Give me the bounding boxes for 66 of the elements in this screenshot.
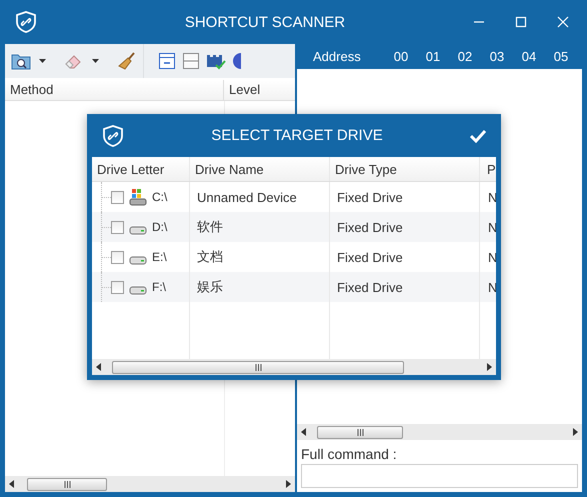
column-header[interactable]: Method <box>5 80 224 100</box>
column-header[interactable]: Address <box>313 48 385 64</box>
scroll-right-icon[interactable] <box>486 363 492 371</box>
column-header[interactable]: P <box>480 157 496 181</box>
table-cell-text: N <box>487 278 496 296</box>
table-cell: 软件 <box>190 212 330 242</box>
scroll-right-icon[interactable] <box>572 428 578 436</box>
grip-icon <box>356 428 364 436</box>
column-header[interactable]: Drive Type <box>330 157 480 181</box>
drive-icon <box>129 256 147 265</box>
drive-icon <box>129 286 147 295</box>
horizontal-scrollbar[interactable] <box>297 424 582 440</box>
table-cell: Fixed Drive <box>330 272 480 302</box>
horizontal-scrollbar[interactable] <box>92 359 496 375</box>
window-title: SHORTCUT SCANNER <box>184 14 346 30</box>
column-header[interactable]: Drive Letter <box>92 157 190 181</box>
grip-icon <box>64 480 70 488</box>
shield-logo-icon <box>15 11 37 33</box>
scroll-left-icon[interactable] <box>301 428 307 436</box>
castle-check-icon[interactable] <box>206 52 226 70</box>
scrollbar-thumb[interactable] <box>112 360 404 374</box>
checkbox[interactable] <box>111 280 124 294</box>
caret-icon[interactable] <box>39 59 46 63</box>
shield-logo-icon <box>102 124 124 146</box>
column-header[interactable]: Level <box>224 80 266 100</box>
table-cell-text: N <box>487 218 496 236</box>
split-box-icon[interactable] <box>182 52 200 70</box>
scroll-left-icon[interactable] <box>9 480 15 488</box>
checkmark-icon[interactable] <box>470 128 486 142</box>
column-header[interactable]: 05 <box>545 48 577 64</box>
windows-drive-icon <box>129 188 147 206</box>
scrollbar-thumb[interactable] <box>27 478 107 490</box>
command-field[interactable] <box>301 464 578 488</box>
table-row[interactable]: F:\ 娱乐 Fixed Drive N <box>92 272 496 302</box>
column-header[interactable]: 01 <box>417 48 449 64</box>
table-cell: 娱乐 <box>190 272 330 302</box>
checkbox[interactable] <box>111 250 124 264</box>
drive-letter: E:\ <box>152 250 167 264</box>
scroll-left-icon[interactable] <box>96 363 102 371</box>
collapse-box-icon[interactable] <box>158 52 176 70</box>
broom-icon[interactable] <box>117 52 137 70</box>
scrollbar-thumb[interactable] <box>317 426 403 438</box>
column-header[interactable]: 00 <box>385 48 417 64</box>
drive-letter: F:\ <box>152 280 166 294</box>
column-header[interactable]: Drive Name <box>190 157 330 181</box>
maximize-icon[interactable] <box>515 16 527 28</box>
drive-icon <box>129 226 147 235</box>
scroll-right-icon[interactable] <box>285 480 291 488</box>
drive-letter: C:\ <box>152 190 168 204</box>
column-header[interactable]: 03 <box>481 48 513 64</box>
folder-search-icon[interactable] <box>11 52 31 70</box>
table-cell-text: N <box>487 248 496 266</box>
table-cell-text: N <box>487 188 496 206</box>
horizontal-scrollbar[interactable] <box>5 476 295 492</box>
field-label: Full command : <box>300 445 398 464</box>
column-header[interactable]: 04 <box>513 48 545 64</box>
table-row[interactable]: D:\ 软件 Fixed Drive N <box>92 212 496 242</box>
column-header[interactable]: 02 <box>449 48 481 64</box>
drive-letter: D:\ <box>152 220 168 234</box>
table-cell: Fixed Drive <box>330 212 480 242</box>
grip-icon <box>254 364 262 370</box>
dialog-title: SELECT TARGET DRIVE <box>210 127 384 144</box>
caret-icon[interactable] <box>92 59 99 63</box>
checkbox[interactable] <box>111 220 124 234</box>
checkbox[interactable] <box>111 190 124 204</box>
close-icon[interactable] <box>557 16 569 28</box>
